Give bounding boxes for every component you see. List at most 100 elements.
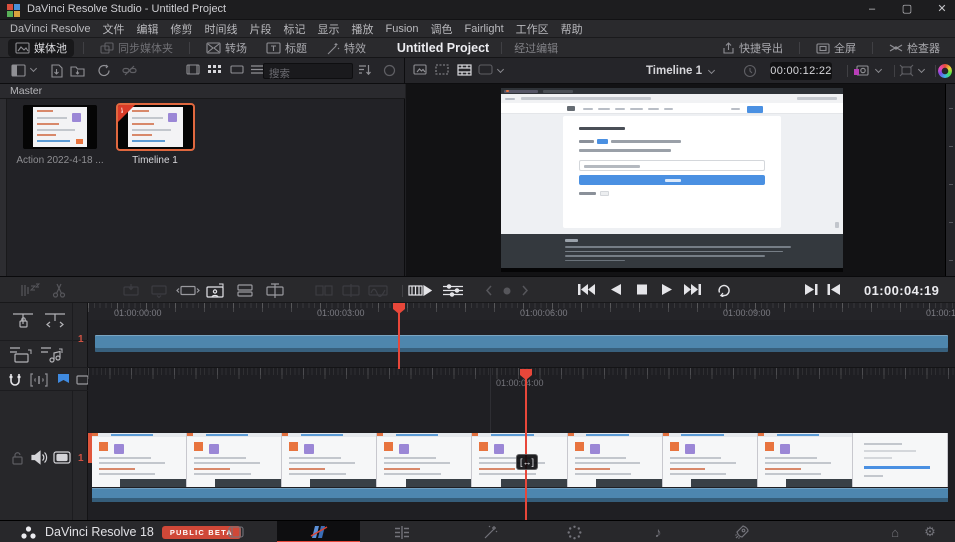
bin-sidebar-toggle-icon[interactable] (11, 64, 26, 78)
page-edit-button[interactable] (384, 521, 420, 542)
filmstrip-frame (92, 433, 187, 487)
record-icon[interactable] (503, 287, 511, 302)
divider (847, 65, 848, 77)
menu-item-1[interactable]: 文件 (97, 21, 131, 37)
fullscreen-button[interactable]: 全屏 (809, 39, 863, 57)
razor-icon[interactable] (52, 283, 66, 298)
loop-icon[interactable] (716, 283, 733, 298)
menu-item-5[interactable]: 片段 (244, 21, 278, 37)
go-to-end-icon[interactable] (684, 283, 702, 298)
step-forward-icon[interactable] (521, 285, 529, 300)
sync-bin-button[interactable]: 同步媒体夹 (93, 39, 180, 57)
viewer-panel[interactable] (406, 84, 945, 276)
settings-gear-button[interactable]: ⚙ (912, 521, 948, 542)
inspector-button[interactable]: 检查器 (882, 39, 947, 57)
match-frame-icon[interactable] (827, 283, 841, 298)
play-reverse-icon[interactable] (610, 283, 622, 298)
menu-item-4[interactable]: 时间线 (199, 21, 244, 37)
filmstrip-frame (758, 433, 853, 487)
media-pool-icon (15, 42, 30, 54)
track-enable-icon[interactable] (53, 451, 71, 464)
thumbnail-view-icon[interactable] (208, 64, 223, 78)
split-clip-icon[interactable] (341, 283, 361, 298)
maximize-button[interactable]: ▢ (890, 0, 924, 19)
color-boost-icon[interactable] (938, 64, 952, 78)
minimize-button[interactable]: – (855, 0, 889, 19)
sync-icon[interactable] (97, 64, 112, 78)
titles-button[interactable]: 标题 (259, 39, 314, 57)
clip-label: Timeline 1 (95, 155, 215, 166)
timeline-clip-card[interactable]: ✓ Timeline 1 (95, 105, 215, 166)
menu-item-2[interactable]: 编辑 (131, 21, 165, 37)
play-icon[interactable] (661, 283, 673, 298)
place-on-top-icon[interactable] (234, 283, 256, 298)
page-fusion-button[interactable] (472, 521, 508, 542)
effects-button[interactable]: 特效 (319, 39, 373, 57)
go-to-start-icon[interactable] (577, 283, 595, 298)
page-deliver-button[interactable] (724, 521, 760, 542)
timeline-thumbnail[interactable]: ✓ (118, 105, 193, 149)
quick-export-button[interactable]: 快捷导出 (715, 39, 790, 57)
overview-clip-bar[interactable] (95, 335, 948, 352)
audio-trim-icon[interactable] (367, 283, 389, 298)
ripple-overwrite-icon[interactable] (263, 283, 287, 298)
menu-item-11[interactable]: Fairlight (459, 23, 510, 35)
search-input[interactable] (264, 67, 352, 81)
track-lock-icon[interactable] (11, 451, 24, 465)
transform-tools-icon[interactable] (899, 64, 914, 78)
menu-item-3[interactable]: 修剪 (165, 21, 199, 37)
overwrite-clip-icon[interactable] (148, 283, 170, 298)
speed-clock-icon[interactable] (743, 64, 758, 78)
ruler-label: 01:00:03:00 (317, 308, 365, 318)
preview-playback-icon[interactable] (408, 283, 432, 298)
menu-item-10[interactable]: 调色 (425, 21, 459, 37)
menu-item-9[interactable]: Fusion (380, 23, 425, 35)
clip-thumbnail[interactable] (23, 105, 97, 149)
overview-ruler[interactable]: 01:00:00:0001:00:03:0001:00:06:0001:00:0… (88, 303, 955, 320)
menu-item-0[interactable]: DaVinci Resolve (4, 23, 97, 35)
sync-clip-icon[interactable] (9, 346, 33, 363)
menu-item-6[interactable]: 标记 (278, 21, 312, 37)
page-color-button[interactable] (556, 521, 592, 542)
tools-icon[interactable] (442, 283, 464, 298)
replace-clip-icon[interactable] (176, 283, 200, 298)
timeline-view-options-icon[interactable] (20, 283, 40, 298)
stop-icon[interactable] (636, 283, 648, 298)
sync-audio-icon[interactable] (40, 346, 64, 363)
smart-filter-icon[interactable] (383, 64, 398, 78)
multicam-camera-icon[interactable] (853, 64, 868, 78)
audio-clip-bar[interactable] (92, 488, 948, 502)
bin-sidebar-chevron-icon[interactable] (30, 65, 37, 72)
snapping-magnet-icon[interactable] (8, 373, 22, 387)
marker-tool-icon[interactable] (30, 373, 48, 387)
trim-mode-icon[interactable] (313, 283, 335, 298)
menu-item-12[interactable]: 工作区 (510, 21, 555, 37)
menu-item-7[interactable]: 显示 (312, 21, 346, 37)
divider (894, 65, 895, 77)
trim-editor-icon[interactable] (44, 311, 66, 329)
sort-icon[interactable] (358, 64, 373, 78)
timeline-selector[interactable]: Timeline 1 (405, 58, 955, 84)
flag-marker-icon[interactable] (57, 373, 70, 387)
transitions-button[interactable]: 转场 (199, 39, 254, 57)
brand: DaVinci Resolve 18 PUBLIC BETA (20, 521, 241, 542)
strip-view-icon[interactable] (230, 64, 245, 78)
fit-to-fill-icon[interactable] (204, 283, 226, 298)
media-pool-button[interactable]: 媒体池 (8, 39, 74, 57)
menu-item-13[interactable]: 帮助 (555, 21, 589, 37)
relink-icon[interactable] (122, 64, 137, 78)
menu-item-8[interactable]: 播放 (346, 21, 380, 37)
playhead-lock-icon[interactable] (12, 311, 34, 329)
track-mute-icon[interactable] (31, 450, 48, 465)
insert-clip-icon[interactable] (120, 283, 142, 298)
step-back-icon[interactable] (485, 285, 493, 300)
page-fairlight-button[interactable]: ♪ (640, 521, 676, 542)
close-button[interactable]: ✕ (925, 0, 955, 19)
home-button[interactable]: ⌂ (877, 521, 913, 542)
page-cut-button[interactable] (277, 521, 360, 542)
filmstrip-view-icon[interactable] (186, 64, 201, 78)
import-folder-icon[interactable] (70, 64, 85, 78)
import-media-icon[interactable] (50, 64, 65, 78)
page-media-button[interactable] (218, 521, 254, 542)
play-around-icon[interactable] (804, 283, 818, 298)
